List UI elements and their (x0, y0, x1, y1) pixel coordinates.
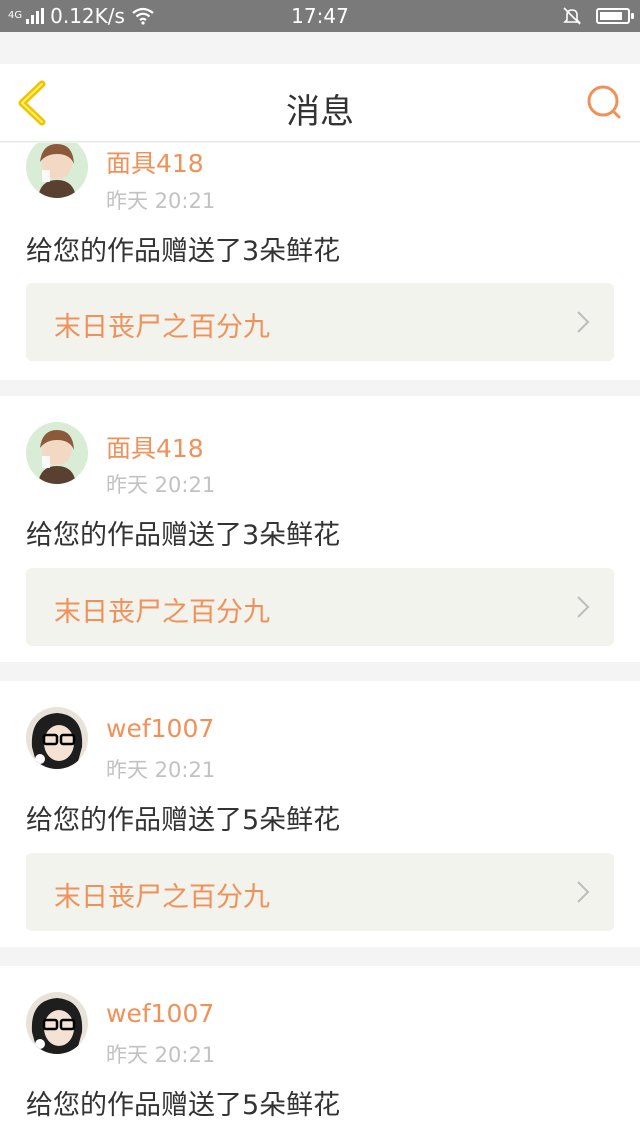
user-avatar[interactable] (26, 422, 88, 484)
message-text: 给您的作品赠送了5朵鲜花 (26, 805, 341, 836)
page-title: 消息 (286, 92, 354, 132)
username[interactable]: 面具418 (106, 144, 204, 180)
message-card: wef1007 昨天 20:21 给您的作品赠送了5朵鲜花 (0, 966, 640, 1138)
chevron-right-icon (577, 881, 590, 903)
top-spacer (0, 32, 640, 64)
chevron-right-icon (577, 311, 590, 333)
work-title: 末日丧尸之百分九 (54, 882, 270, 913)
mute-bell-icon (563, 7, 581, 25)
status-time: 17:47 (291, 4, 349, 28)
message-card: wef1007 昨天 20:21 给您的作品赠送了5朵鲜花 末日丧尸之百分九 (0, 681, 640, 947)
message-card: 面具418 昨天 20:21 给您的作品赠送了3朵鲜花 末日丧尸之百分九 (0, 396, 640, 662)
message-text: 给您的作品赠送了5朵鲜花 (26, 1090, 341, 1121)
message-time: 昨天 20:21 (106, 1043, 216, 1067)
message-text: 给您的作品赠送了3朵鲜花 (26, 520, 341, 551)
work-link[interactable]: 末日丧尸之百分九 (26, 283, 614, 361)
battery-icon (596, 8, 634, 24)
work-link[interactable]: 末日丧尸之百分九 (26, 568, 614, 646)
user-avatar[interactable] (26, 992, 88, 1054)
message-time: 昨天 20:21 (106, 473, 216, 497)
user-avatar[interactable] (26, 707, 88, 769)
message-feed[interactable]: 面具418 昨天 20:21 给您的作品赠送了3朵鲜花 末日丧尸之百分九 面具4… (0, 143, 640, 1138)
username[interactable]: wef1007 (106, 999, 214, 1028)
work-link[interactable]: 末日丧尸之百分九 (26, 853, 614, 931)
username[interactable]: 面具418 (106, 429, 204, 465)
status-right (562, 6, 634, 26)
message-time: 昨天 20:21 (106, 189, 216, 213)
message-time: 昨天 20:21 (106, 758, 216, 782)
work-title: 末日丧尸之百分九 (54, 312, 270, 343)
nav-bar: 消息 (0, 64, 640, 142)
search-icon[interactable] (584, 82, 624, 122)
battery-fill (600, 12, 622, 20)
chevron-right-icon (577, 596, 590, 618)
message-text: 给您的作品赠送了3朵鲜花 (26, 236, 341, 267)
username[interactable]: wef1007 (106, 714, 214, 743)
user-avatar[interactable] (26, 143, 88, 198)
work-title: 末日丧尸之百分九 (54, 597, 270, 628)
message-card: 面具418 昨天 20:21 给您的作品赠送了3朵鲜花 末日丧尸之百分九 (0, 143, 640, 380)
status-bar: 4G 0.12K/s 17:47 (0, 0, 640, 32)
